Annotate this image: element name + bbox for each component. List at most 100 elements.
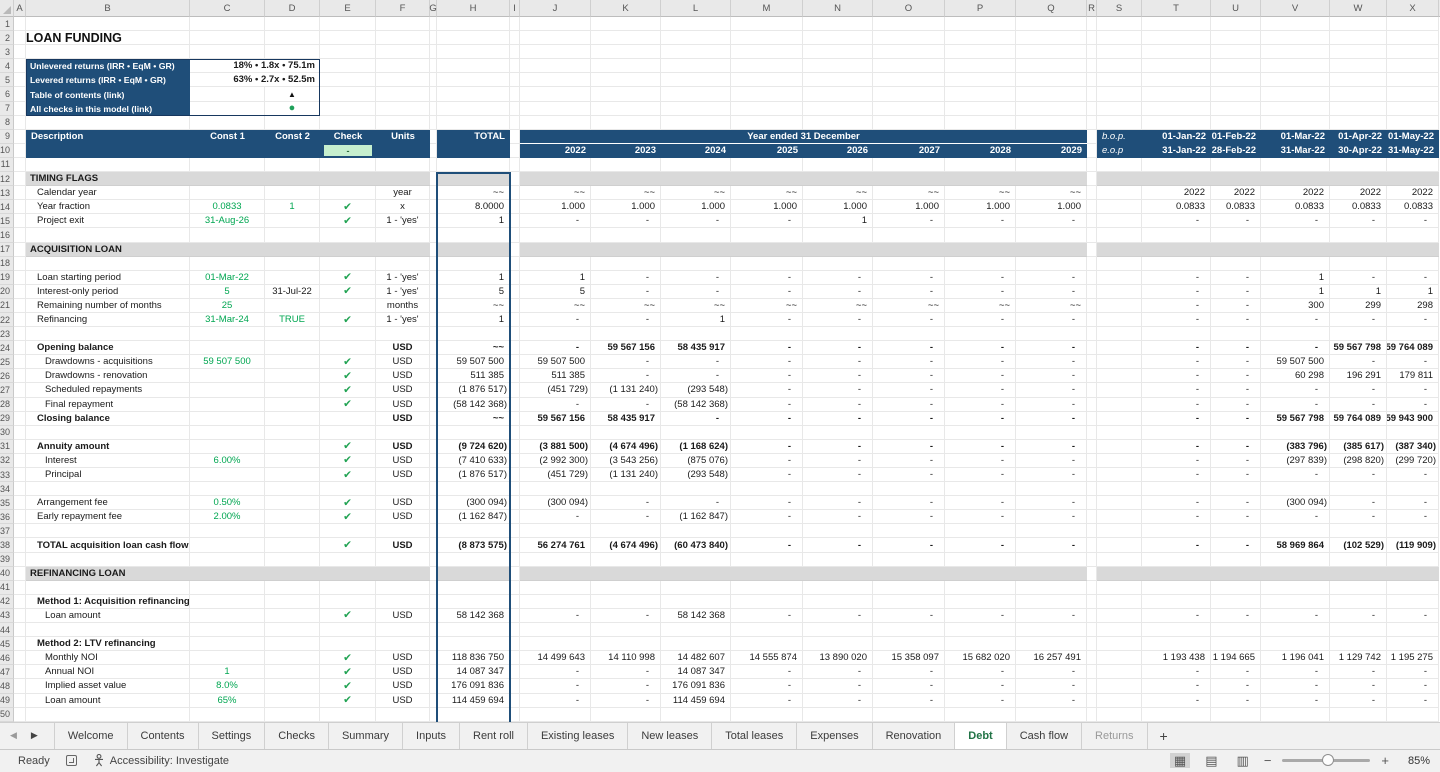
cell-O7[interactable]	[873, 102, 945, 116]
cell-H28[interactable]: (58 142 368)	[437, 398, 510, 412]
cell-T23[interactable]	[1142, 327, 1211, 341]
header-bop-date-3[interactable]: 01-Apr-22	[1330, 130, 1387, 144]
cell-Q2[interactable]	[1016, 31, 1087, 45]
cell-N48[interactable]: -	[803, 679, 873, 693]
cell-T8[interactable]	[1142, 116, 1211, 130]
cell-A27[interactable]	[14, 383, 26, 397]
cell-G21[interactable]	[430, 299, 437, 313]
cell-A5[interactable]	[14, 73, 26, 87]
cell-D35[interactable]	[265, 496, 320, 510]
section-header-12[interactable]: TIMING FLAGS	[26, 172, 430, 186]
cell-J44[interactable]	[520, 623, 591, 637]
cell-J6[interactable]	[520, 87, 591, 101]
cell-S38[interactable]	[1097, 538, 1142, 552]
cell-G48[interactable]	[430, 679, 437, 693]
cell-P41[interactable]	[945, 581, 1016, 595]
cell-Q18[interactable]	[1016, 257, 1087, 271]
summary-symbol-6[interactable]: ▲	[265, 87, 320, 101]
cell-B19[interactable]: Loan starting period	[26, 271, 190, 285]
cell-V26[interactable]: 60 298	[1261, 369, 1330, 383]
cell-R45[interactable]	[1087, 637, 1097, 651]
cell-S22[interactable]	[1097, 313, 1142, 327]
cell-U23[interactable]	[1211, 327, 1261, 341]
cell-O14[interactable]: 1.000	[873, 200, 945, 214]
cell-A4[interactable]	[14, 59, 26, 73]
cell-R24[interactable]	[1087, 341, 1097, 355]
row-header-42[interactable]: 42	[0, 595, 14, 609]
cell-N6[interactable]	[803, 87, 873, 101]
cell-K50[interactable]	[591, 708, 661, 722]
cell-L25[interactable]: -	[661, 355, 731, 369]
cell-T6[interactable]	[1142, 87, 1211, 101]
row-header-40[interactable]: 40	[0, 567, 14, 581]
cell-F15[interactable]: 1 - 'yes'	[376, 214, 430, 228]
cell-W38[interactable]: (102 529)	[1330, 538, 1387, 552]
cell-K48[interactable]: -	[591, 679, 661, 693]
header-bop-date-1[interactable]: 01-Feb-22	[1211, 130, 1261, 144]
cell-Q25[interactable]: -	[1016, 355, 1087, 369]
cell-W11[interactable]	[1330, 158, 1387, 172]
sheet-tab-settings[interactable]: Settings	[199, 723, 266, 749]
cell-K28[interactable]: -	[591, 398, 661, 412]
cell-S3[interactable]	[1097, 45, 1142, 59]
cell-G36[interactable]	[430, 510, 437, 524]
cell-R23[interactable]	[1087, 327, 1097, 341]
cell-L38[interactable]: (60 473 840)	[661, 538, 731, 552]
cell-J23[interactable]	[520, 327, 591, 341]
cell-B33[interactable]: Principal	[26, 468, 190, 482]
cell-I12[interactable]	[510, 172, 520, 186]
cell-O42[interactable]	[873, 595, 945, 609]
cell-P5[interactable]	[945, 73, 1016, 87]
cell-L50[interactable]	[661, 708, 731, 722]
cell-Q22[interactable]: -	[1016, 313, 1087, 327]
cell-L44[interactable]	[661, 623, 731, 637]
cell-E39[interactable]	[320, 553, 376, 567]
column-header-H[interactable]: H	[437, 0, 510, 17]
cell-K21[interactable]: ~~	[591, 299, 661, 313]
cell-O29[interactable]: -	[873, 412, 945, 426]
cell-Q20[interactable]: -	[1016, 285, 1087, 299]
cell-X22[interactable]: -	[1387, 313, 1439, 327]
cell-W6[interactable]	[1330, 87, 1387, 101]
cell-H34[interactable]	[437, 482, 510, 496]
cell-V31[interactable]: (383 796)	[1261, 440, 1330, 454]
cell-M49[interactable]: -	[731, 694, 803, 708]
cell-N21[interactable]: ~~	[803, 299, 873, 313]
cell-B28[interactable]: Final repayment	[26, 398, 190, 412]
column-header-B[interactable]: B	[26, 0, 190, 17]
cell-J18[interactable]	[520, 257, 591, 271]
row-header-19[interactable]: 19	[0, 271, 14, 285]
cell-C7[interactable]	[190, 102, 265, 116]
cell-T26[interactable]: -	[1142, 369, 1211, 383]
cell-B20[interactable]: Interest-only period	[26, 285, 190, 299]
cell-I24[interactable]	[510, 341, 520, 355]
cell-C30[interactable]	[190, 426, 265, 440]
cell-H27[interactable]: (1 876 517)	[437, 383, 510, 397]
cell-M23[interactable]	[731, 327, 803, 341]
sheet-tab-cash-flow[interactable]: Cash flow	[1007, 723, 1082, 749]
cell-L18[interactable]	[661, 257, 731, 271]
cell-P45[interactable]	[945, 637, 1016, 651]
cell-F3[interactable]	[376, 45, 430, 59]
cell-A22[interactable]	[14, 313, 26, 327]
cell-A19[interactable]	[14, 271, 26, 285]
cell-X7[interactable]	[1387, 102, 1439, 116]
column-header-G[interactable]: G	[430, 0, 437, 17]
header-year-2024[interactable]: 2024	[661, 144, 731, 158]
cell-F27[interactable]: USD	[376, 383, 430, 397]
cell-S33[interactable]	[1097, 468, 1142, 482]
cell-V3[interactable]	[1261, 45, 1330, 59]
cell-G1[interactable]	[430, 17, 437, 31]
cell-C34[interactable]	[190, 482, 265, 496]
cell-D26[interactable]	[265, 369, 320, 383]
cell-A11[interactable]	[14, 158, 26, 172]
cell-J13[interactable]: ~~	[520, 186, 591, 200]
sheet-tab-renovation[interactable]: Renovation	[873, 723, 956, 749]
column-header-F[interactable]: F	[376, 0, 430, 17]
cell-T31[interactable]: -	[1142, 440, 1211, 454]
cell-A13[interactable]	[14, 186, 26, 200]
cell-E8[interactable]	[320, 116, 376, 130]
cell-C25[interactable]: 59 507 500	[190, 355, 265, 369]
cell-N30[interactable]	[803, 426, 873, 440]
cell-D8[interactable]	[265, 116, 320, 130]
